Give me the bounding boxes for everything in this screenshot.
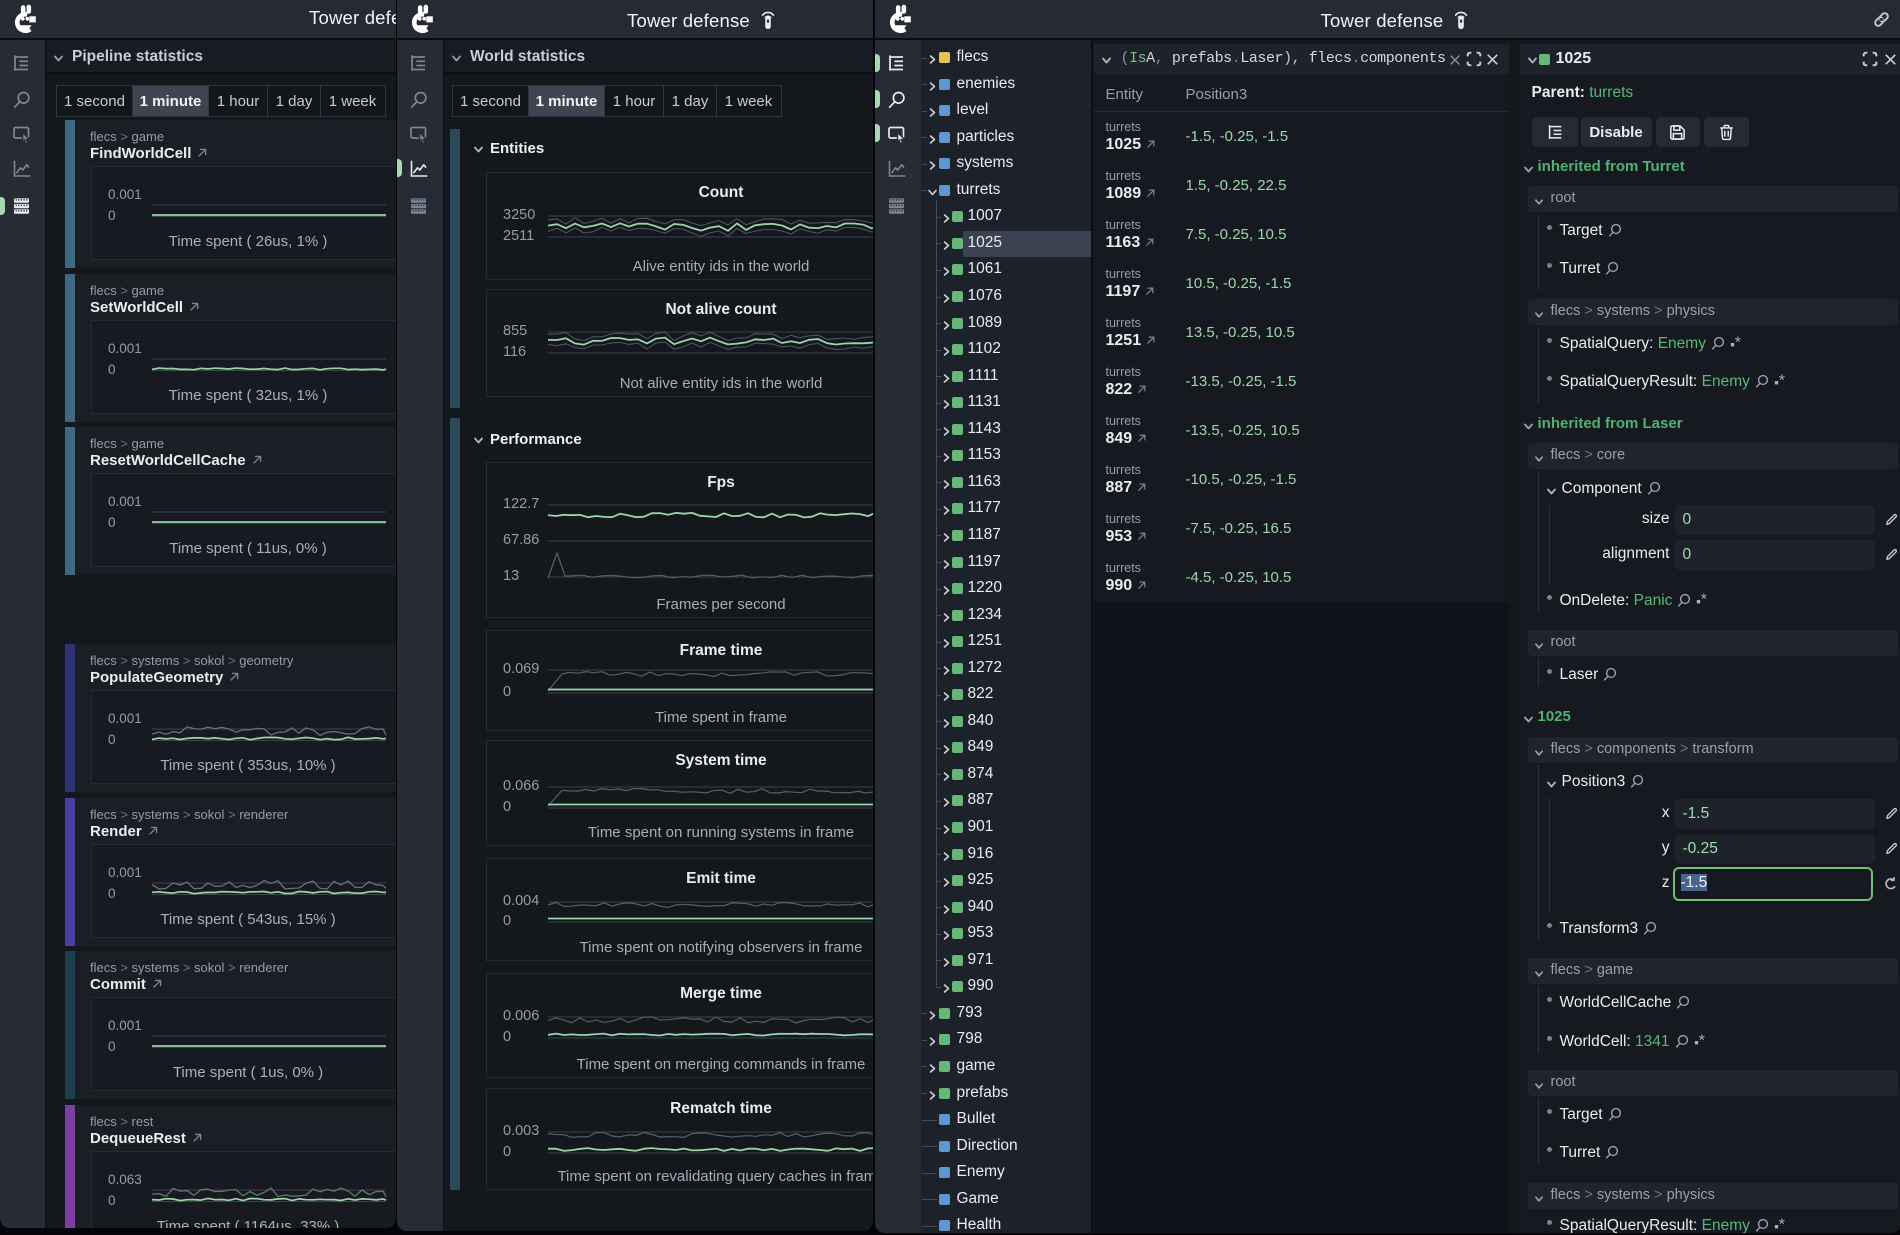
svg-text:*: * bbox=[1779, 1217, 1785, 1232]
svg-text:*: * bbox=[1698, 1033, 1704, 1048]
svg-text:*: * bbox=[1701, 592, 1707, 607]
svg-text:*: * bbox=[1779, 373, 1785, 388]
svg-text:*: * bbox=[1735, 335, 1741, 350]
